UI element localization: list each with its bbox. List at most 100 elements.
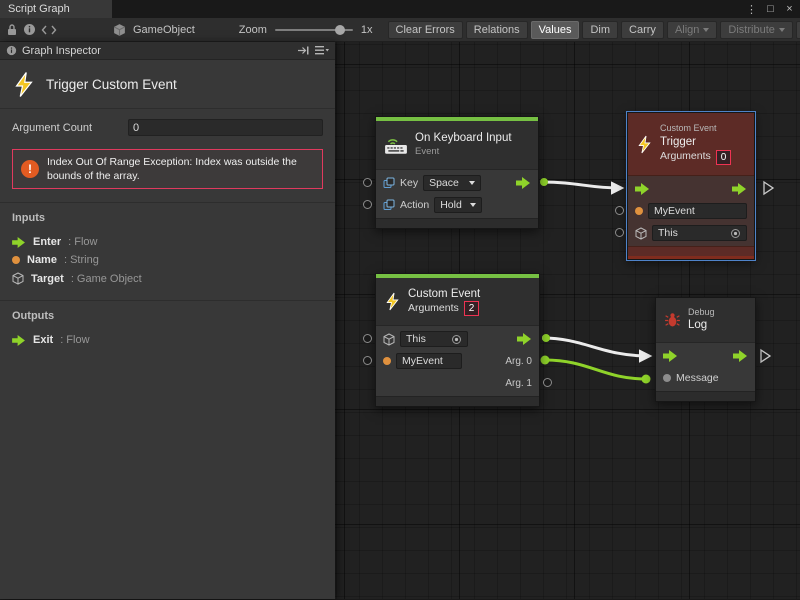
panel-menu-icon[interactable] [315,45,329,56]
arguments-count-badge: 0 [716,150,732,165]
event-name-field[interactable]: MyEvent [648,203,747,219]
zoom-slider-handle[interactable] [335,25,345,35]
node-title: Log [688,318,715,333]
relations-button[interactable]: Relations [466,21,528,39]
tab-script-graph[interactable]: Script Graph [0,0,112,18]
values-label: Values [539,24,572,36]
action-dropdown[interactable]: Hold [434,197,482,213]
maximize-icon[interactable]: □ [763,1,778,17]
dim-button[interactable]: Dim [582,21,618,39]
flow-wire-args-to-debug [542,338,649,356]
name-input-port[interactable] [363,356,372,365]
node-custom-event[interactable]: Custom Event Arguments 2 This [375,273,540,407]
pin-name: Target [31,273,64,285]
target-input-port[interactable] [615,228,624,237]
flow-input-port[interactable] [635,183,650,195]
target-dropdown[interactable]: This [652,225,747,241]
key-input-port[interactable] [363,178,372,187]
pin-type: : Game Object [71,273,142,285]
zoom-slider[interactable] [275,29,353,31]
event-name-value: MyEvent [402,355,443,367]
node-title: Trigger [660,135,731,150]
flow-output-port[interactable] [516,177,531,189]
graph-canvas[interactable]: On Keyboard Input Event Key Space Action [335,42,800,599]
node-body: Message [656,343,755,391]
flow-input-port[interactable] [663,350,678,362]
name-input-port[interactable] [615,206,624,215]
list-item-enter: Enter : Flow [12,233,323,251]
chevron-down-icon [779,28,785,32]
carry-button[interactable]: Carry [621,21,664,39]
node-header: Custom Event Arguments 2 [376,278,539,326]
close-icon[interactable]: × [782,1,797,17]
node-category: Debug [688,307,715,319]
code-icon[interactable] [41,22,57,38]
graph-owner-selector[interactable]: GameObject [110,22,195,38]
pin-name: Enter [33,236,61,248]
node-footer [628,246,754,259]
play-indicator-icon [764,182,773,194]
node-on-keyboard-input[interactable]: On Keyboard Input Event Key Space Action [375,116,539,229]
target-input-port[interactable] [363,334,372,343]
keyboard-icon [384,135,408,155]
arguments-label: Arguments [408,302,459,316]
align-button[interactable]: Align [667,21,717,39]
pin-name: Exit [33,334,53,346]
dim-label: Dim [590,24,610,36]
dock-arrow-icon[interactable] [297,45,310,56]
graph-toolbar: GameObject Zoom 1x Clear Errors Relation… [0,18,800,42]
values-button[interactable]: Values [531,21,580,39]
value-wire-arg0-to-message [545,360,646,379]
pin-type: : String [64,254,99,266]
object-picker-icon[interactable] [730,228,741,239]
lightning-bolt-icon [636,135,653,154]
clear-errors-button[interactable]: Clear Errors [388,21,463,39]
key-dropdown[interactable]: Space [423,175,481,191]
message-port-icon[interactable] [663,374,671,382]
node-debug-log[interactable]: Debug Log Message [655,297,756,402]
target-dropdown[interactable]: This [400,331,468,347]
lock-icon[interactable] [6,22,18,38]
flow-port-row [656,345,755,367]
graph-inspector-panel: Graph Inspector Trigger Custom Event Arg… [0,42,335,599]
cube-icon [635,227,647,240]
chevron-down-icon [470,203,476,207]
zoom-value: 1x [361,24,373,36]
node-title: Custom Event [408,287,480,302]
event-name-value: MyEvent [654,205,695,217]
flow-arrow-icon [12,237,26,248]
flow-port-row [628,178,754,200]
error-message-text: Index Out Of Range Exception: Index was … [47,155,314,183]
flow-wire-keyboard-to-trigger [542,182,621,188]
inputs-section: Inputs Enter : Flow Name : String Target… [0,202,335,300]
lightning-bolt-icon [384,292,401,311]
play-indicator-icon [761,350,770,362]
gameobject-label: GameObject [133,24,195,36]
info-icon[interactable] [23,22,36,38]
flow-output-port[interactable] [517,333,532,345]
flow-output-port[interactable] [733,350,748,362]
distribute-button[interactable]: Distribute [720,21,792,39]
arg1-output-port[interactable] [543,378,552,387]
target-value: This [406,333,426,345]
node-trigger-custom-event[interactable]: Custom Event Trigger Arguments 0 MyEvent [627,112,755,260]
node-header: Custom Event Trigger Arguments 0 [628,113,754,176]
pin-name: Name [27,254,57,266]
arg0-label: Arg. 0 [505,356,532,367]
node-body: MyEvent This [628,176,754,246]
node-title: On Keyboard Input [415,131,512,146]
flow-output-port[interactable] [732,183,747,195]
node-body: This MyEvent Arg. 0 Arg. 1 [376,326,539,396]
action-input-port[interactable] [363,200,372,209]
window-menu-icon[interactable]: ⋮ [744,1,759,17]
error-message-box: ! Index Out Of Range Exception: Index wa… [12,149,323,189]
argument-count-input[interactable] [128,119,323,136]
object-picker-icon[interactable] [451,334,462,345]
action-label: Action [400,199,429,211]
target-row: This [376,328,539,350]
arg1-label: Arg. 1 [505,378,532,389]
event-name-field[interactable]: MyEvent [396,353,462,369]
list-item-target: Target : Game Object [12,269,323,288]
inspector-header: Graph Inspector [0,42,335,60]
overview-button[interactable]: Overv [796,21,800,39]
